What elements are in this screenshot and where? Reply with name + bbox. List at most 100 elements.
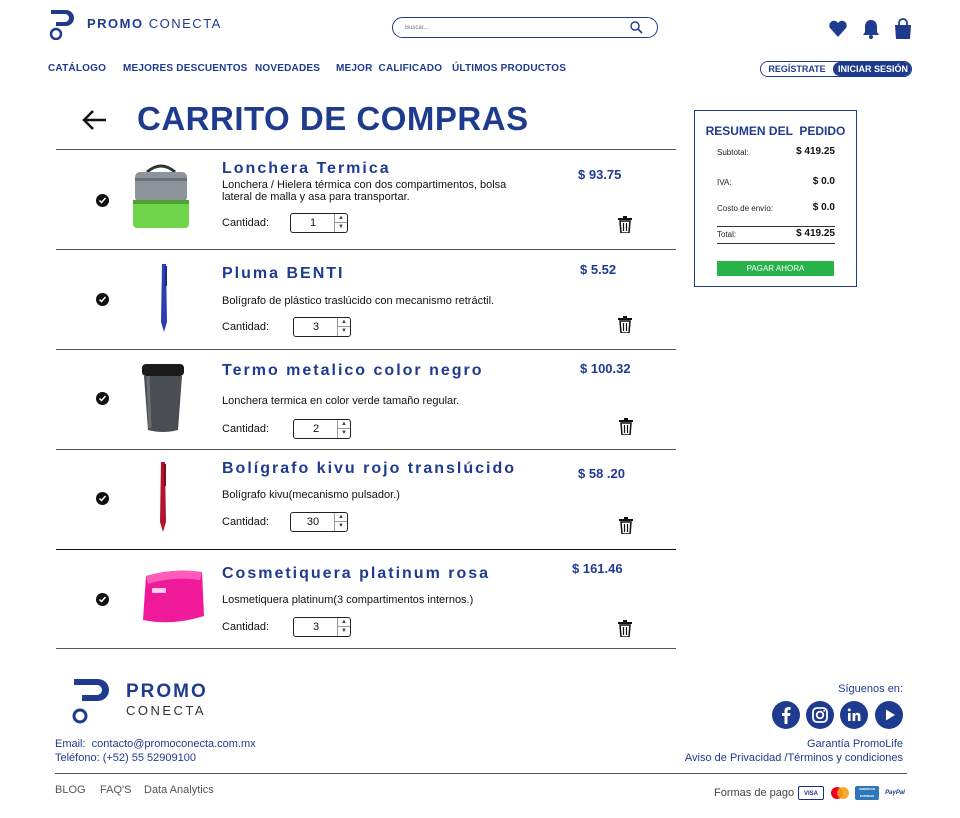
trash-icon[interactable] <box>618 620 632 637</box>
shopping-bag-icon[interactable] <box>893 18 913 40</box>
payment-methods-label: Formas de pago <box>714 787 795 799</box>
spinner: ▲ ▼ <box>337 318 350 336</box>
heart-icon[interactable] <box>828 18 848 40</box>
checkmark-icon <box>98 596 107 603</box>
logo-mark-icon <box>49 10 74 40</box>
item-description: Losmetiquera platinum(3 compartimentos i… <box>222 594 474 606</box>
summary-title: RESUMEN DEL PEDIDO <box>705 124 846 138</box>
quantity-stepper[interactable]: 3 ▲ ▼ <box>293 617 351 637</box>
quantity-value[interactable]: 2 <box>294 423 338 435</box>
back-arrow-icon[interactable] <box>81 108 109 132</box>
checkmark-icon <box>98 296 107 303</box>
cart-item: Bolígrafo kivu rojo translúcido Bolígraf… <box>56 450 676 550</box>
decrement-button[interactable]: ▼ <box>338 627 350 636</box>
login-button[interactable]: INICIAR SESIÓN <box>833 62 911 76</box>
item-checkbox[interactable] <box>96 492 109 505</box>
header-logo[interactable]: PROMO CONECTA <box>48 8 220 42</box>
item-checkbox[interactable] <box>96 194 109 207</box>
item-name: Lonchera Termica <box>222 160 391 177</box>
trash-icon[interactable] <box>618 316 632 333</box>
logo-text: PROMO CONECTA <box>87 16 222 31</box>
order-summary: RESUMEN DEL PEDIDO Subtotal: $ 419.25 IV… <box>694 110 857 287</box>
iva-value: $ 0.0 <box>812 176 835 187</box>
quantity-label: Cantidad: <box>222 423 270 435</box>
subtotal-value: $ 419.25 <box>796 146 835 157</box>
pay-now-button[interactable]: PAGAR AHORA <box>717 261 834 276</box>
nav-item-catalogo[interactable]: CATÁLOGO <box>48 63 106 74</box>
search-bar[interactable] <box>392 17 658 38</box>
linkedin-icon[interactable] <box>840 701 868 729</box>
lunchbox-image <box>133 164 189 228</box>
decrement-button[interactable]: ▼ <box>335 223 347 232</box>
quantity-stepper[interactable]: 30 ▲ ▼ <box>290 512 348 532</box>
youtube-icon[interactable] <box>875 701 903 729</box>
increment-button[interactable]: ▲ <box>338 420 350 429</box>
increment-button[interactable]: ▲ <box>338 318 350 327</box>
guarantee-link[interactable]: Garantía PromoLife <box>807 738 903 750</box>
nav-item-mejor-calificado[interactable]: MEJOR CALIFICADO <box>336 63 442 74</box>
item-checkbox[interactable] <box>96 293 109 306</box>
quantity-value[interactable]: 3 <box>294 621 338 633</box>
search-icon[interactable] <box>630 21 643 34</box>
quantity-stepper[interactable]: 1 ▲ ▼ <box>290 213 348 233</box>
trash-icon[interactable] <box>619 418 633 435</box>
quantity-value[interactable]: 30 <box>291 516 335 528</box>
item-price: $ 161.46 <box>572 561 623 576</box>
thermos-image <box>142 364 184 432</box>
shipping-label: Costo de envío: <box>717 204 774 213</box>
item-name: Bolígrafo kivu rojo translúcido <box>222 460 517 477</box>
spinner: ▲ ▼ <box>334 513 347 531</box>
faqs-link[interactable]: FAQ'S <box>100 784 131 796</box>
decrement-button[interactable]: ▼ <box>335 522 347 531</box>
checkmark-icon <box>98 495 107 502</box>
visa-card-icon: VISA <box>798 786 824 800</box>
facebook-icon[interactable] <box>772 701 800 729</box>
spinner: ▲ ▼ <box>337 420 350 438</box>
blog-link[interactable]: BLOG <box>55 784 86 796</box>
item-name: Cosmetiquera platinum rosa <box>222 565 491 582</box>
data-analytics-link[interactable]: Data Analytics <box>144 784 214 796</box>
follow-label: Síguenos en: <box>838 683 903 695</box>
pen-image <box>160 462 166 532</box>
increment-button[interactable]: ▲ <box>338 618 350 627</box>
increment-button[interactable]: ▲ <box>335 513 347 522</box>
item-name: Pluma BENTI <box>222 265 345 282</box>
quantity-stepper[interactable]: 2 ▲ ▼ <box>293 419 351 439</box>
spinner: ▲ ▼ <box>337 618 350 636</box>
instagram-icon[interactable] <box>806 701 834 729</box>
item-name: Termo metalico color negro <box>222 362 484 379</box>
bell-icon[interactable] <box>861 18 881 40</box>
summary-total: Total: $ 419.25 <box>717 228 835 242</box>
cart-item: Pluma BENTI Bolígrafo de plástico traslú… <box>56 250 676 350</box>
search-input[interactable] <box>405 21 625 35</box>
header-icons <box>828 18 914 40</box>
nav-item-ultimos-productos[interactable]: ÚLTIMOS PRODUCTOS <box>452 63 566 74</box>
increment-button[interactable]: ▲ <box>335 214 347 223</box>
cart-item: Termo metalico color negro Lonchera term… <box>56 350 676 450</box>
item-description: Bolígrafo kivu(mecanismo pulsador.) <box>222 489 400 501</box>
register-button[interactable]: REGÍSTRATE <box>761 62 833 76</box>
trash-icon[interactable] <box>618 216 632 233</box>
quantity-value[interactable]: 1 <box>291 217 335 229</box>
item-price: $ 5.52 <box>580 262 617 277</box>
contact-email[interactable]: Email: contacto@promoconecta.com.mx <box>55 738 256 750</box>
privacy-terms-link[interactable]: Aviso de Privacidad /Términos y condicio… <box>685 752 903 764</box>
nav-item-novedades[interactable]: NOVEDADES <box>255 63 320 74</box>
trash-icon[interactable] <box>619 517 633 534</box>
paypal-icon: PayPal <box>882 786 908 800</box>
item-checkbox[interactable] <box>96 593 109 606</box>
auth-buttons: REGÍSTRATE INICIAR SESIÓN <box>760 61 912 77</box>
quantity-stepper[interactable]: 3 ▲ ▼ <box>293 317 351 337</box>
item-description: Lonchera termica en color verde tamaño r… <box>222 395 460 407</box>
item-description: Lonchera / Hielera térmica con dos compa… <box>222 179 507 203</box>
quantity-label: Cantidad: <box>222 621 270 633</box>
quantity-value[interactable]: 3 <box>294 321 338 333</box>
nav-item-mejores-descuentos[interactable]: MEJORES DESCUENTOS <box>123 63 248 74</box>
footer-logo[interactable]: PROMO CONECTA <box>70 677 210 725</box>
decrement-button[interactable]: ▼ <box>338 327 350 336</box>
item-checkbox[interactable] <box>96 392 109 405</box>
page-title: CARRITO DE COMPRAS <box>137 100 529 137</box>
quantity-label: Cantidad: <box>222 516 270 528</box>
decrement-button[interactable]: ▼ <box>338 429 350 438</box>
total-value: $ 419.25 <box>796 228 835 239</box>
